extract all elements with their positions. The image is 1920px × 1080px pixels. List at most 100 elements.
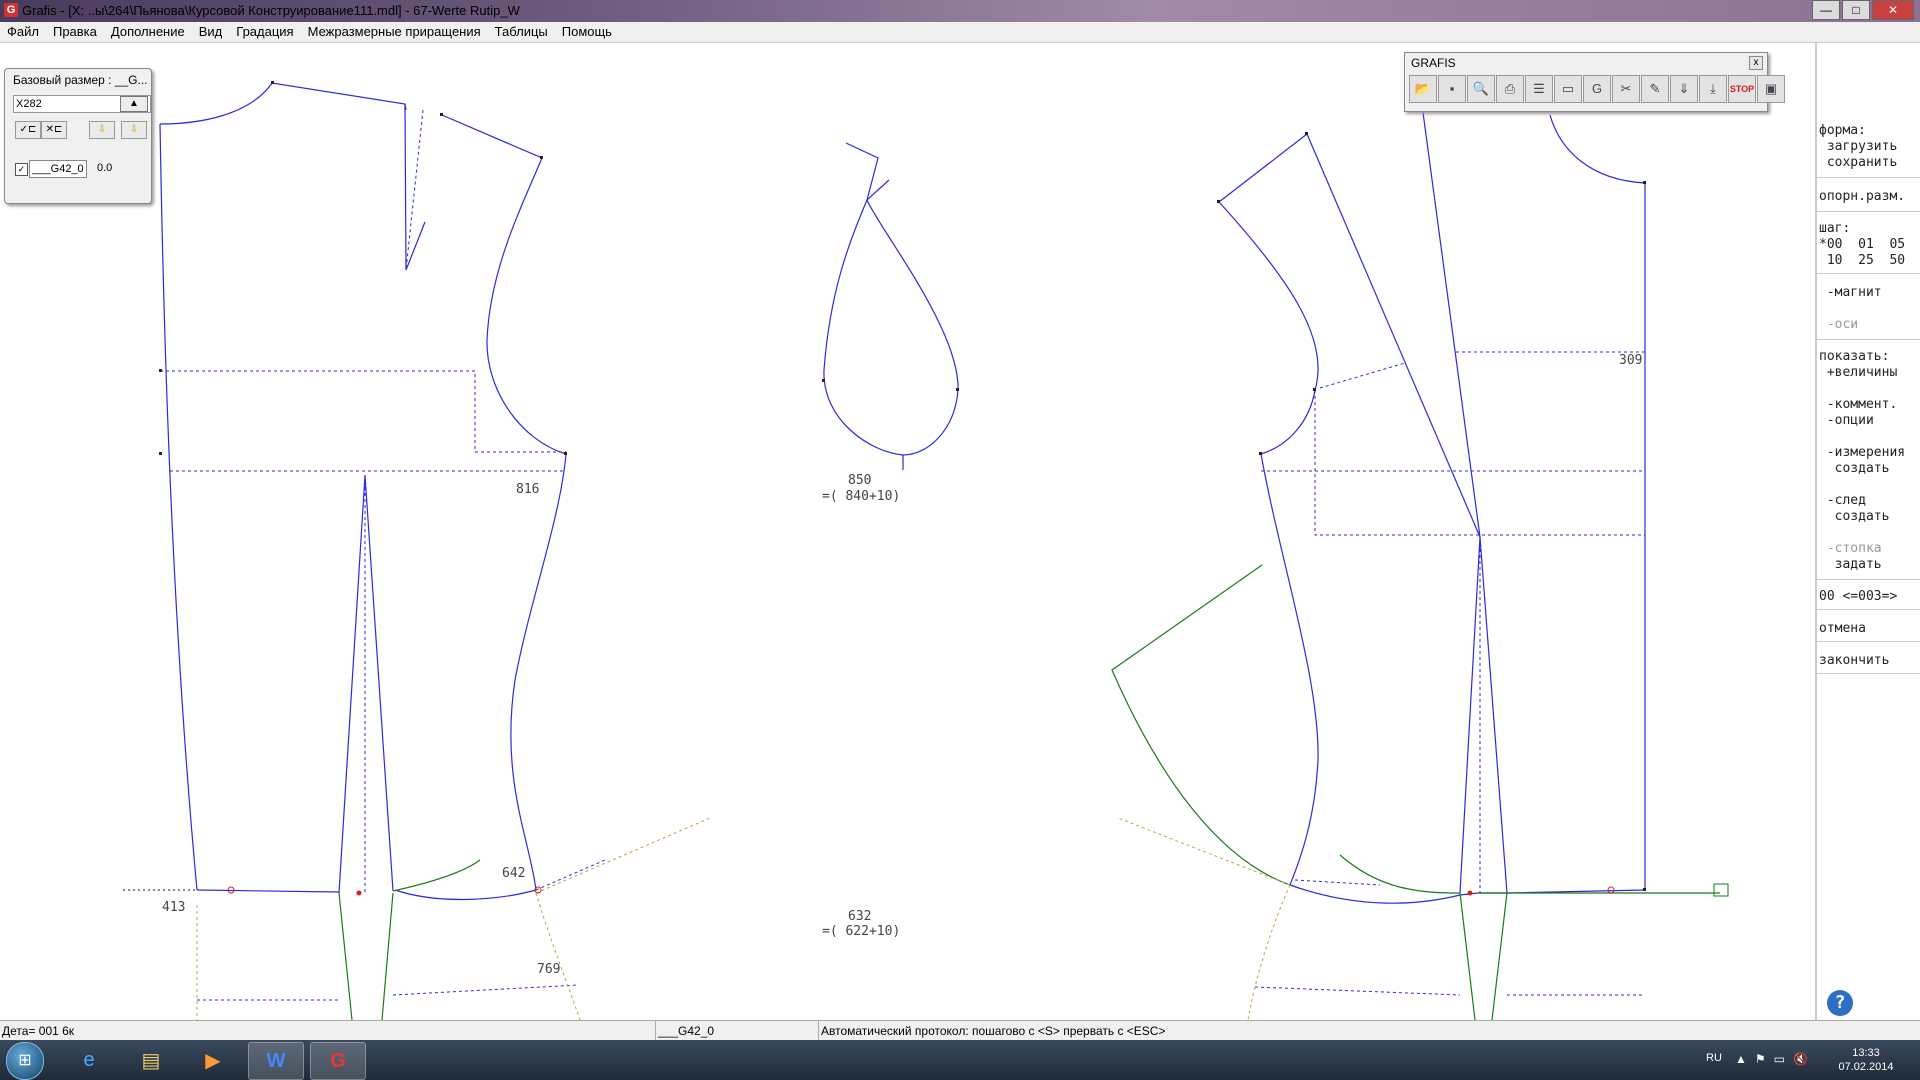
download-alt-icon[interactable]: ⤓	[1699, 75, 1727, 103]
grafis-toolbar-close[interactable]: x	[1749, 56, 1763, 70]
step-row-1[interactable]: *00 01 05	[1819, 237, 1905, 252]
step-row-2[interactable]: 10 25 50	[1819, 253, 1905, 268]
menu-grading[interactable]: Градация	[229, 22, 300, 42]
maximize-button[interactable]: □	[1842, 0, 1870, 20]
front-hem	[1289, 884, 1646, 904]
measurements-create[interactable]: создать	[1819, 461, 1890, 476]
values-toggle[interactable]: +величины	[1819, 365, 1897, 380]
internet-explorer-icon[interactable]: e	[62, 1042, 116, 1078]
red-marker	[1467, 890, 1473, 896]
save-command[interactable]: сохранить	[1819, 155, 1897, 170]
construction-points	[159, 81, 1646, 891]
media-player-icon[interactable]: ▶	[186, 1042, 240, 1078]
options-toggle[interactable]: -опции	[1819, 413, 1874, 428]
save-icon[interactable]: ▪	[1438, 75, 1466, 103]
show-label: показать:	[1819, 349, 1890, 364]
word-icon[interactable]: W	[248, 1042, 304, 1080]
status-detail: Дета= 001 6к	[2, 1024, 75, 1038]
collapse-up-button[interactable]: ▲	[120, 96, 148, 112]
minimize-button[interactable]: —	[1812, 0, 1840, 20]
deselect-icon[interactable]: ✕⊏	[41, 121, 67, 139]
part-checkbox[interactable]: ✓	[15, 163, 28, 176]
menu-help[interactable]: Помощь	[555, 22, 619, 42]
point	[1305, 132, 1308, 135]
select-icon[interactable]: ✓⊏	[15, 121, 41, 139]
point	[1217, 200, 1220, 203]
step-counter[interactable]: 00 <=003=>	[1819, 589, 1897, 604]
taskbar: ⊞ e ▤ ▶ W G RU ▲⚑▭🔇 13:33 07.02.2014	[0, 1040, 1920, 1080]
back-dart-guide	[364, 109, 424, 893]
stack-set[interactable]: задать	[1819, 557, 1882, 572]
drawing-canvas[interactable]: 816 850 =( 840+10) 642 413 632 =( 622+10…	[0, 43, 1815, 1020]
measurements-toggle[interactable]: -измерения	[1819, 445, 1905, 460]
label-816: 816	[516, 482, 539, 497]
back-center-line	[159, 123, 198, 891]
size-value-field[interactable]: X282 ▲	[13, 95, 151, 113]
edit-icon[interactable]: ✎	[1641, 75, 1669, 103]
monitor-icon[interactable]: ▣	[1757, 75, 1785, 103]
grafis-toolbar: GRAFIS x 📂 ▪ 🔍 ⎙ ☰ ▭ G ✂ ✎ ⇓ ⤓ STOP ▣	[1404, 52, 1785, 112]
window-controls: — □ ✕	[1810, 0, 1914, 20]
clock[interactable]: 13:33 07.02.2014	[1836, 1046, 1896, 1074]
arrow-down-icon[interactable]: ⇩	[89, 121, 115, 139]
zoom-icon[interactable]: 🔍	[1467, 75, 1495, 103]
tray-icons[interactable]: ▲⚑▭🔇	[1735, 1052, 1816, 1066]
front-side-seam	[1260, 453, 1319, 886]
point	[159, 452, 162, 455]
close-button[interactable]: ✕	[1872, 0, 1914, 20]
back-green-dart	[338, 892, 394, 1020]
scissors-icon[interactable]: ✂	[1612, 75, 1640, 103]
help-icon[interactable]: ?	[1827, 990, 1853, 1016]
menu-bar: Файл Правка Дополнение Вид Градация Межр…	[0, 22, 1920, 43]
grafis-app-icon: G	[4, 3, 18, 17]
back-bust-line	[160, 370, 566, 453]
front-waist-dart	[1459, 536, 1508, 894]
label-850: 850	[848, 473, 871, 488]
trace-create[interactable]: создать	[1819, 509, 1890, 524]
language-indicator[interactable]: RU	[1706, 1052, 1722, 1064]
stop-icon[interactable]: STOP	[1728, 75, 1756, 103]
grafis-icon[interactable]: G	[1583, 75, 1611, 103]
finish-command[interactable]: закончить	[1819, 653, 1889, 668]
step-label: шаг:	[1819, 221, 1851, 236]
size-value: X282	[16, 98, 42, 110]
stack-toggle[interactable]: -стопка	[1819, 541, 1882, 556]
list-icon[interactable]: ☰	[1525, 75, 1553, 103]
front-guide-a	[1117, 817, 1291, 1020]
menu-file[interactable]: Файл	[0, 22, 46, 42]
download-icon[interactable]: ⇓	[1670, 75, 1698, 103]
axes-toggle[interactable]: -оси	[1819, 317, 1858, 332]
magnet-toggle[interactable]: -магнит	[1819, 285, 1882, 300]
measure-icon[interactable]: ▭	[1554, 75, 1582, 103]
open-folder-icon[interactable]: 📂	[1409, 75, 1437, 103]
print-icon[interactable]: ⎙	[1496, 75, 1524, 103]
part-name-field[interactable]: ___G42_0	[29, 160, 87, 178]
menu-addition[interactable]: Дополнение	[104, 22, 192, 42]
file-explorer-icon[interactable]: ▤	[124, 1042, 178, 1078]
front-waist-line	[1261, 390, 1645, 536]
reference-size-command[interactable]: опорн.разм.	[1819, 189, 1905, 204]
load-command[interactable]: загрузить	[1819, 139, 1897, 154]
grafis-taskbar-icon[interactable]: G	[310, 1042, 366, 1080]
back-hip-line	[197, 984, 579, 1001]
point	[956, 388, 959, 391]
pattern-drawing[interactable]: 816 850 =( 840+10) 642 413 632 =( 622+10…	[0, 43, 1815, 1020]
menu-tables[interactable]: Таблицы	[488, 22, 555, 42]
sleeve-outline	[823, 142, 959, 456]
arrow-down-alt-icon[interactable]: ⇩	[121, 121, 147, 139]
cancel-command[interactable]: отмена	[1819, 621, 1866, 636]
label-413: 413	[162, 900, 185, 915]
point	[1643, 888, 1646, 891]
trace-toggle[interactable]: -след	[1819, 493, 1866, 508]
clock-time: 13:33	[1852, 1047, 1880, 1059]
red-marker	[356, 890, 362, 896]
windows-start-icon[interactable]: ⊞	[6, 1042, 44, 1080]
comments-toggle[interactable]: -коммент.	[1819, 397, 1897, 412]
menu-view[interactable]: Вид	[192, 22, 230, 42]
front-green-line	[1111, 564, 1291, 886]
label-632: 632	[848, 909, 871, 924]
menu-increments[interactable]: Межразмерные приращения	[301, 22, 488, 42]
point	[1643, 181, 1646, 184]
part-value: 0.0	[97, 162, 113, 174]
menu-edit[interactable]: Правка	[46, 22, 104, 42]
